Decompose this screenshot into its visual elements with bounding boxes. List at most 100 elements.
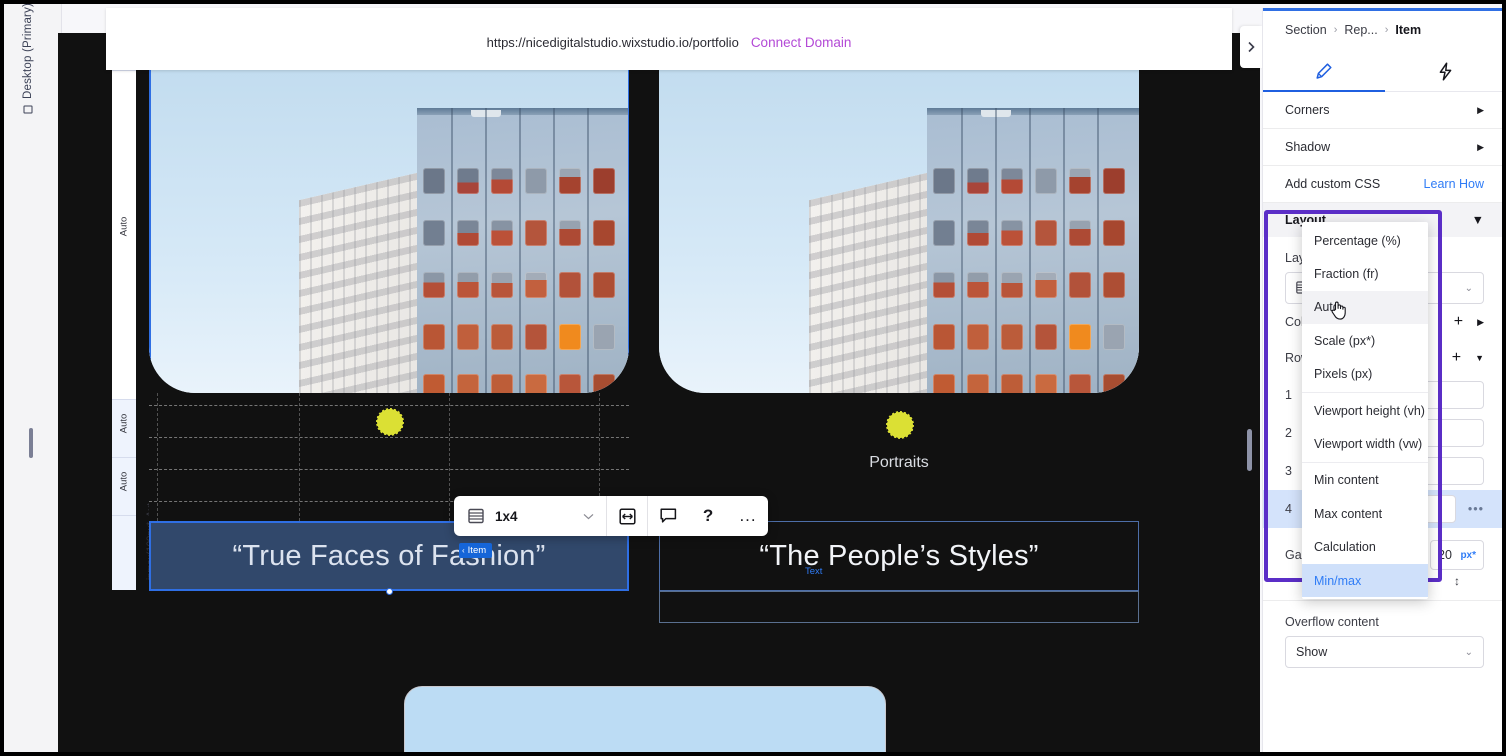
ruler-label: Auto xyxy=(118,216,130,237)
text-element-label: Text xyxy=(805,566,823,577)
dropdown-item-label: Scale (px*) xyxy=(1314,333,1376,348)
chevron-down-icon xyxy=(583,513,594,519)
building-main-facade xyxy=(927,108,1139,393)
custom-css-label: Add custom CSS xyxy=(1285,177,1381,191)
placeholder-block[interactable] xyxy=(404,686,886,752)
rows-collapse-icon[interactable]: ▼ xyxy=(1475,353,1484,363)
chevron-right-icon xyxy=(1248,41,1255,53)
panel-resize-handle[interactable] xyxy=(1247,429,1252,471)
more-glyph: ... xyxy=(739,506,757,525)
breakpoint-label-text: Desktop (Primary) xyxy=(22,4,34,99)
dropdown-item-label: Percentage (%) xyxy=(1314,233,1401,248)
learn-how-link[interactable]: Learn How xyxy=(1424,177,1484,191)
panel-top-accent xyxy=(1263,8,1502,11)
unit-dropdown-menu[interactable]: Percentage (%) Fraction (fr) Auto Scale … xyxy=(1302,222,1428,600)
dropdown-item-calculation[interactable]: Calculation xyxy=(1302,531,1428,564)
row-shadow[interactable]: Shadow ▶ xyxy=(1263,129,1502,166)
overflow-select[interactable]: Show ⌄ xyxy=(1285,636,1484,668)
track-index: 4 xyxy=(1285,502,1292,516)
building-side-facade xyxy=(809,171,935,393)
breadcrumb-repeater[interactable]: Rep... xyxy=(1344,23,1377,37)
dropdown-item-max-content[interactable]: Max content xyxy=(1302,497,1428,530)
item-chip-label: Item xyxy=(467,545,487,556)
building-side-facade xyxy=(299,171,425,393)
gap-vertical-input[interactable]: 20 px* xyxy=(1430,540,1484,570)
track-more-icon[interactable]: ••• xyxy=(1468,502,1484,516)
add-row-button[interactable]: + xyxy=(1452,350,1461,366)
breadcrumb-section[interactable]: Section xyxy=(1285,23,1327,37)
building-photo-left[interactable] xyxy=(149,66,629,393)
item-breadcrumb-chip[interactable]: ‹ Item xyxy=(459,543,493,558)
grid-layout-selector[interactable]: 1x4 xyxy=(454,496,606,536)
breadcrumb: Section › Rep... › Item xyxy=(1263,8,1502,52)
dropdown-item-label: Fraction (fr) xyxy=(1314,267,1379,282)
breakpoint-desktop-label[interactable]: Desktop (Primary) xyxy=(22,4,34,114)
brush-icon xyxy=(1316,63,1332,79)
tab-design[interactable] xyxy=(1263,52,1385,92)
dropdown-item-viewport-width[interactable]: Viewport width (vw) xyxy=(1302,427,1428,460)
resize-handle-bottom[interactable] xyxy=(386,588,393,595)
track-index: 2 xyxy=(1285,426,1292,440)
overflow-value: Show xyxy=(1296,645,1328,659)
help-icon[interactable]: ? xyxy=(688,496,728,536)
dropdown-item-scale[interactable]: Scale (px*) xyxy=(1302,324,1428,357)
dropdown-item-label: Viewport width (vw) xyxy=(1314,437,1423,452)
dropdown-separator xyxy=(1302,391,1428,393)
roofline xyxy=(417,108,629,115)
site-url-text: https://nicedigitalstudio.wixstudio.io/p… xyxy=(486,35,739,50)
element-toolbar[interactable]: 1x4 ? ... xyxy=(454,496,768,536)
dropdown-item-label: Viewport height (vh) xyxy=(1314,403,1425,418)
site-url-bar: https://nicedigitalstudio.wixstudio.io/p… xyxy=(106,8,1232,70)
more-options-icon[interactable]: ... xyxy=(728,496,768,536)
dropdown-item-minmax[interactable]: Min/max xyxy=(1302,563,1428,598)
roofline xyxy=(927,108,1139,115)
gap-vertical-value: 20 xyxy=(1438,548,1452,562)
breadcrumb-separator: › xyxy=(1333,24,1338,36)
row-shadow-label: Shadow xyxy=(1285,140,1331,154)
ruler-segment[interactable]: Auto xyxy=(112,70,136,399)
inspector-tabs xyxy=(1263,52,1502,92)
dropdown-item-label: Min content xyxy=(1314,473,1379,488)
vertical-ruler: Auto Auto Auto inmax(100px*, Aut xyxy=(112,70,156,590)
caption-right-subbox[interactable] xyxy=(659,591,1139,623)
dropdown-item-min-content[interactable]: Min content xyxy=(1302,464,1428,497)
dropdown-item-pixels[interactable]: Pixels (px) xyxy=(1302,358,1428,391)
monitor-icon xyxy=(23,105,33,114)
row-custom-css[interactable]: Add custom CSS Learn How xyxy=(1263,166,1502,203)
dropdown-item-viewport-height[interactable]: Viewport height (vh) xyxy=(1302,394,1428,427)
tab-interactions[interactable] xyxy=(1385,52,1503,91)
lightning-icon xyxy=(1439,62,1452,81)
dropdown-separator xyxy=(1302,461,1428,463)
selection-marker-dot-right[interactable] xyxy=(886,411,914,439)
resize-horizontal-icon[interactable] xyxy=(607,496,647,536)
help-glyph: ? xyxy=(702,506,714,525)
chevron-right-icon: ▶ xyxy=(1477,141,1484,152)
ruler-segment[interactable]: Auto xyxy=(112,399,136,457)
caption-left-text: “True Faces of Fashion” xyxy=(232,539,546,572)
chevron-right-icon: ▶ xyxy=(1477,104,1484,115)
grid-rows-icon xyxy=(468,508,484,523)
connect-domain-link[interactable]: Connect Domain xyxy=(751,35,852,50)
dropdown-item-auto[interactable]: Auto xyxy=(1302,290,1428,325)
ruler-segment[interactable]: Auto xyxy=(112,457,136,515)
chevron-down-icon: ⌄ xyxy=(1464,282,1473,294)
breadcrumb-current: Item xyxy=(1395,23,1422,37)
ruler-segment[interactable]: inmax(100px*, Aut xyxy=(112,503,156,590)
chevron-down-icon: ▼ xyxy=(1471,213,1484,227)
dropdown-item-label: Calculation xyxy=(1314,540,1376,555)
add-column-button[interactable]: + xyxy=(1454,314,1463,330)
caption-right-text: “The People’s Styles” xyxy=(759,539,1039,572)
columns-expand-icon[interactable]: ▶ xyxy=(1477,317,1484,328)
selection-marker-dot-left[interactable] xyxy=(376,408,404,436)
dropdown-item-percentage[interactable]: Percentage (%) xyxy=(1302,224,1428,257)
dropdown-item-fraction[interactable]: Fraction (fr) xyxy=(1302,257,1428,290)
panel-collapse-button[interactable] xyxy=(1240,26,1262,68)
ruler-label: Auto xyxy=(118,471,130,492)
vertical-gap-icon: ↕ xyxy=(1454,574,1460,588)
track-index: 1 xyxy=(1285,388,1292,402)
rail-drag-handle[interactable] xyxy=(29,428,33,458)
comment-icon[interactable] xyxy=(648,496,688,536)
row-corners[interactable]: Corners ▶ xyxy=(1263,92,1502,129)
chevron-down-icon: ⌄ xyxy=(1464,646,1473,658)
building-photo-right[interactable] xyxy=(659,66,1139,393)
